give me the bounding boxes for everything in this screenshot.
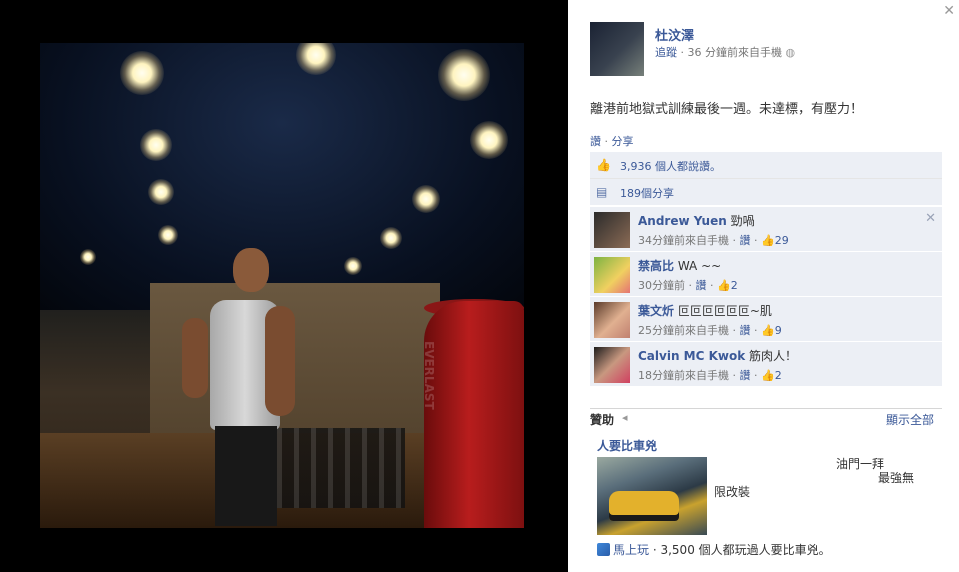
- sponsored-title: 贊助: [590, 413, 615, 427]
- thumbs-up-icon: 👍: [717, 279, 731, 292]
- comment-avatar[interactable]: [594, 347, 630, 383]
- ad-title[interactable]: 人要比車兇: [597, 437, 657, 454]
- person-right-arm: [265, 306, 295, 416]
- photo-light: [438, 49, 490, 101]
- comment-like-count[interactable]: 2: [731, 279, 738, 292]
- comment-body: 葉文炘 叵叵叵叵叵叵~肌: [638, 302, 772, 319]
- photo-light: [158, 225, 178, 245]
- comment-like-count[interactable]: 9: [775, 324, 782, 337]
- game-app-icon: [597, 543, 610, 556]
- comment-like-link[interactable]: 讚: [696, 279, 707, 292]
- comment-item: Calvin MC Kwok 筋肉人！ 18分鐘前來自手機 · 讚 · 👍2: [590, 341, 942, 386]
- comment-avatar[interactable]: [594, 257, 630, 293]
- comment-text: 叵叵叵叵叵叵~肌: [677, 304, 772, 318]
- likes-summary[interactable]: 3,936 個人都說讚。: [620, 158, 721, 174]
- post-sidebar: ✕ 杜汶澤 追蹤 · 36 分鐘前來自手機 ◍ 離港前地獄式訓練最後一週。未達標…: [568, 0, 959, 572]
- like-link[interactable]: 讚: [590, 135, 601, 148]
- remove-comment-icon[interactable]: ✕: [925, 211, 936, 226]
- play-social-text: 3,500 個人都玩過人要比車兇。: [660, 543, 831, 557]
- ad-image[interactable]: [597, 457, 707, 535]
- person-shorts: [215, 426, 277, 526]
- comment-like-count[interactable]: 2: [775, 369, 782, 382]
- follow-link[interactable]: 追蹤: [655, 46, 677, 59]
- show-all-link[interactable]: 顯示全部: [886, 411, 934, 428]
- author-name[interactable]: 杜汶澤: [655, 25, 694, 44]
- photo-light: [470, 121, 508, 159]
- comment-avatar[interactable]: [594, 302, 630, 338]
- play-separator: ·: [649, 543, 661, 557]
- share-icon: ▤: [596, 185, 608, 199]
- person-left-arm: [182, 318, 208, 398]
- person-head: [233, 248, 269, 292]
- comment-item: 禁高比 WA ~~ 30分鐘前 · 讚 · 👍2: [590, 251, 942, 296]
- comment-text: WA ~~: [677, 259, 722, 273]
- share-link[interactable]: 分享: [612, 135, 634, 148]
- post-text: 離港前地獄式訓練最後一週。未達標，有壓力！: [590, 102, 864, 117]
- comment-time[interactable]: 18分鐘前來自手機: [638, 369, 729, 382]
- post-time[interactable]: 36 分鐘前來自手機: [688, 46, 783, 59]
- photo-viewer-stage: EVERLAST: [0, 0, 568, 572]
- ad-car-graphic: [609, 491, 679, 521]
- comment-item: Andrew Yuen 勁喎 34分鐘前來自手機 · 讚 · 👍29 ✕: [590, 206, 942, 251]
- comment-body: Andrew Yuen 勁喎: [638, 212, 755, 229]
- photo-light: [80, 249, 96, 265]
- globe-icon: ◍: [785, 46, 796, 59]
- sponsored-section: 贊助 ◂ 顯示全部: [590, 408, 942, 427]
- meta-separator: ·: [680, 46, 688, 59]
- thumbs-up-icon: 👍: [596, 158, 611, 172]
- comment-text: 勁喎: [730, 214, 755, 228]
- shares-summary-row: ▤ 189個分享: [590, 179, 942, 205]
- photo-light: [120, 51, 164, 95]
- comment-like-link[interactable]: 讚: [740, 324, 751, 337]
- comment-like-link[interactable]: 讚: [740, 234, 751, 247]
- comment-time[interactable]: 25分鐘前來自手機: [638, 324, 729, 337]
- comment-author[interactable]: Calvin MC Kwok: [638, 349, 745, 363]
- photo-light: [140, 129, 172, 161]
- photo-punching-bag: EVERLAST: [422, 301, 524, 528]
- sponsored-info-icon[interactable]: ◂: [622, 411, 628, 424]
- comment-avatar[interactable]: [594, 212, 630, 248]
- comment-time[interactable]: 34分鐘前來自手機: [638, 234, 729, 247]
- likes-summary-row: 👍 3,936 個人都說讚。: [590, 152, 942, 179]
- comment-meta: 34分鐘前來自手機 · 讚 · 👍29: [638, 234, 789, 247]
- comment-body: 禁高比 WA ~~: [638, 257, 721, 274]
- comment-meta: 18分鐘前來自手機 · 讚 · 👍2: [638, 369, 782, 382]
- photo-person: [180, 248, 295, 528]
- ad-line: 最強無: [878, 471, 915, 485]
- comment-meta: 25分鐘前來自手機 · 讚 · 👍9: [638, 324, 782, 337]
- comment-author[interactable]: 葉文炘: [638, 304, 674, 318]
- close-icon[interactable]: ✕: [943, 3, 955, 19]
- comment-body: Calvin MC Kwok 筋肉人！: [638, 347, 797, 364]
- comment-author[interactable]: Andrew Yuen: [638, 214, 727, 228]
- post-photo[interactable]: EVERLAST: [40, 43, 524, 528]
- comment-text: 筋肉人！: [749, 349, 798, 363]
- comment-like-link[interactable]: 讚: [740, 369, 751, 382]
- ad-line: 油門一拜: [836, 457, 885, 471]
- action-separator: ·: [601, 135, 612, 148]
- photo-light: [380, 227, 402, 249]
- shares-summary[interactable]: 189個分享: [620, 185, 674, 201]
- comment-meta: 30分鐘前 · 讚 · 👍2: [638, 279, 738, 292]
- thumbs-up-icon: 👍: [761, 234, 775, 247]
- comment-time[interactable]: 30分鐘前: [638, 279, 685, 292]
- post-actions: 讚 · 分享: [590, 133, 634, 149]
- thumbs-up-icon: 👍: [761, 369, 775, 382]
- comment-item: 葉文炘 叵叵叵叵叵叵~肌 25分鐘前來自手機 · 讚 · 👍9: [590, 296, 942, 341]
- photo-light: [412, 185, 440, 213]
- play-now-link[interactable]: 馬上玩: [613, 543, 649, 557]
- thumbs-up-icon: 👍: [761, 324, 775, 337]
- ad-line: 限改裝: [714, 485, 751, 499]
- comment-author[interactable]: 禁高比: [638, 259, 674, 273]
- comment-like-count[interactable]: 29: [775, 234, 789, 247]
- punching-bag-brand: EVERLAST: [422, 341, 436, 410]
- photo-light: [344, 257, 362, 275]
- photo-light: [148, 179, 174, 205]
- post-meta: 追蹤 · 36 分鐘前來自手機 ◍: [655, 44, 795, 60]
- author-avatar[interactable]: [590, 22, 644, 76]
- ad-play-row: 馬上玩 · 3,500 個人都玩過人要比車兇。: [597, 541, 831, 558]
